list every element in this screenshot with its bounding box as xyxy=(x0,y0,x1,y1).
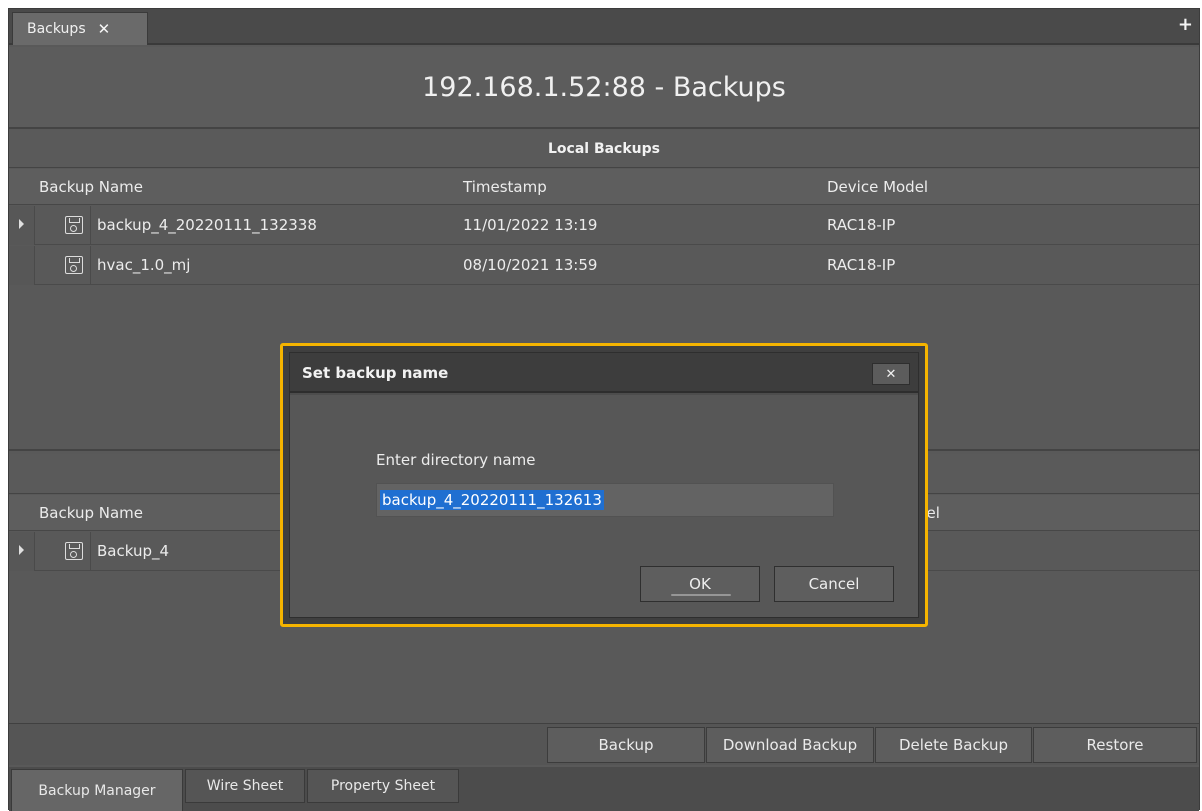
column-header-timestamp[interactable]: Timestamp xyxy=(463,178,547,196)
page-title: 192.168.1.52:88 - Backups xyxy=(9,47,1199,129)
ok-button[interactable]: OK xyxy=(640,566,760,602)
floppy-disk-icon xyxy=(65,256,83,274)
local-backups-header: Local Backups xyxy=(9,130,1199,168)
row-selector[interactable] xyxy=(9,532,35,571)
timestamp-cell: 08/10/2021 13:59 xyxy=(463,256,598,274)
backup-name-cell: hvac_1.0_mj xyxy=(97,256,191,274)
dialog-highlight: Set backup name ✕ Enter directory name b… xyxy=(280,343,928,627)
column-header-backup-name[interactable]: Backup Name xyxy=(39,178,143,196)
device-model-cell: RAC18-IP xyxy=(827,216,896,234)
add-tab-icon[interactable]: + xyxy=(1178,15,1193,35)
directory-name-label: Enter directory name xyxy=(376,451,536,469)
directory-name-value: backup_4_20220111_132613 xyxy=(380,490,604,510)
row-indicator-icon xyxy=(19,219,24,229)
tab-wire-sheet[interactable]: Wire Sheet xyxy=(185,769,305,803)
tab-property-sheet[interactable]: Property Sheet xyxy=(307,769,459,803)
floppy-disk-icon xyxy=(65,216,83,234)
backup-name-cell: backup_4_20220111_132338 xyxy=(97,216,317,234)
table-row[interactable]: backup_4_20220111_132338 11/01/2022 13:1… xyxy=(9,206,1199,245)
tab-backup-manager[interactable]: Backup Manager xyxy=(11,769,183,811)
table-row[interactable]: hvac_1.0_mj 08/10/2021 13:59 RAC18-IP xyxy=(9,246,1199,285)
floppy-disk-icon xyxy=(65,542,83,560)
column-header-backup-name[interactable]: Backup Name xyxy=(39,504,143,522)
cancel-button[interactable]: Cancel xyxy=(774,566,894,602)
action-button-bar: Backup Download Backup Delete Backup Res… xyxy=(9,723,1199,765)
tab-backups[interactable]: Backups ✕ xyxy=(12,12,148,45)
dialog-title-bar[interactable]: Set backup name ✕ xyxy=(290,353,918,393)
close-icon[interactable]: ✕ xyxy=(872,363,910,385)
bottom-tab-strip: Backup Manager Wire Sheet Property Sheet xyxy=(9,767,1199,811)
dialog-body: Enter directory name backup_4_20220111_1… xyxy=(290,395,918,617)
row-selector[interactable] xyxy=(9,206,35,245)
row-indicator-icon xyxy=(19,545,24,555)
backup-button[interactable]: Backup xyxy=(547,727,705,763)
timestamp-cell: 11/01/2022 13:19 xyxy=(463,216,598,234)
row-selector[interactable] xyxy=(9,246,35,285)
directory-name-input[interactable]: backup_4_20220111_132613 xyxy=(376,483,834,517)
column-header-device-model[interactable]: Device Model xyxy=(827,178,928,196)
restore-button[interactable]: Restore xyxy=(1033,727,1197,763)
close-tab-icon[interactable]: ✕ xyxy=(98,20,111,38)
tab-backups-label: Backups xyxy=(27,21,86,37)
document-tab-strip: Backups ✕ + xyxy=(9,9,1199,45)
dialog-title: Set backup name xyxy=(302,364,449,382)
set-backup-name-dialog: Set backup name ✕ Enter directory name b… xyxy=(289,352,919,618)
device-model-cell: RAC18-IP xyxy=(827,256,896,274)
backup-name-cell: Backup_4 xyxy=(97,542,170,560)
download-backup-button[interactable]: Download Backup xyxy=(706,727,874,763)
local-backups-column-headers: Backup Name Timestamp Device Model xyxy=(9,169,1199,205)
delete-backup-button[interactable]: Delete Backup xyxy=(875,727,1032,763)
